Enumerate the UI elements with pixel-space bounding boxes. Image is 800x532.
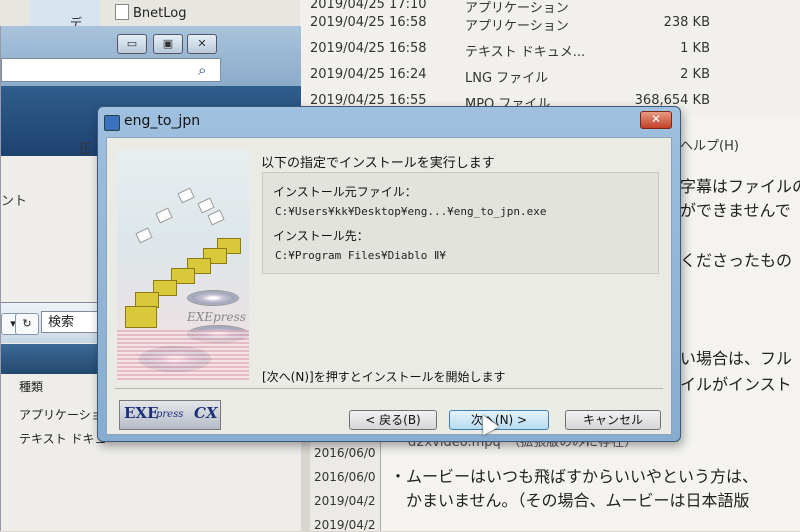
source-label: インストール元ファイル： <box>273 185 417 199</box>
next-button[interactable]: 次へ(N) > <box>449 410 549 430</box>
background-file-list: 2019/04/25 17:10 アプリケーション 2019/04/25 16:… <box>300 0 800 115</box>
file-item-bnetlog[interactable]: BnetLog <box>115 4 186 21</box>
maximize-icon[interactable]: ▣ <box>153 34 183 54</box>
column-header-type[interactable]: 種類 <box>19 378 43 395</box>
destination-path: C:¥Program Files¥Diablo Ⅱ¥ <box>275 249 446 262</box>
minimize-icon[interactable]: ▭ <box>117 34 147 54</box>
file-row[interactable]: 2019/04/25 16:58 テキスト ドキュメ... 1 KB <box>300 36 800 62</box>
dialog-title: eng_to_jpn <box>124 113 201 129</box>
cancel-button[interactable]: キャンセル <box>565 410 661 430</box>
file-icon <box>115 4 129 20</box>
file-row[interactable]: 2019/04/25 16:24 LNG ファイル 2 KB <box>300 62 800 88</box>
explorer-search-input[interactable]: ⌕ <box>1 58 221 82</box>
install-instruction: [次へ(N)]を押すとインストールを開始します <box>262 370 506 384</box>
background-date-column: 2016/06/0 2016/06/0 2019/04/2 2019/04/2 <box>310 440 381 532</box>
menu-help[interactable]: ヘルプ(H) <box>680 135 739 154</box>
installer-app-icon <box>104 115 120 131</box>
list-item[interactable]: アプリケーショ <box>19 406 103 423</box>
dialog-body: EXEpress 以下の指定でインストールを実行します インストール元ファイル：… <box>106 137 672 435</box>
separator <box>115 388 663 389</box>
installer-side-artwork: EXEpress <box>117 150 249 380</box>
installer-dialog: eng_to_jpn ✕ EXEpress 以下の指定でインストールを実行します… <box>97 106 681 442</box>
destination-label: インストール先： <box>273 229 369 243</box>
search-icon: ⌕ <box>198 61 207 79</box>
close-button[interactable]: ✕ <box>640 111 672 129</box>
source-path: C:¥Users¥kk¥Desktop¥eng...¥eng_to_jpn.ex… <box>275 205 547 218</box>
list-item[interactable]: テキスト ドキュ <box>19 430 106 447</box>
file-row[interactable]: 2019/04/25 16:58 アプリケーション 238 KB <box>300 10 800 36</box>
back-button[interactable]: < 戻る(B) <box>349 410 437 430</box>
exepress-logo: EXE press CX <box>119 400 221 430</box>
dialog-heading: 以下の指定でインストールを実行します <box>261 156 495 171</box>
install-info-box: インストール元ファイル： C:¥Users¥kk¥Desktop¥eng...¥… <box>262 172 659 274</box>
close-icon[interactable]: ✕ <box>187 34 217 54</box>
refresh-icon[interactable]: ↻ <box>15 313 39 335</box>
explorer-search-field[interactable]: 検索 <box>41 311 101 333</box>
